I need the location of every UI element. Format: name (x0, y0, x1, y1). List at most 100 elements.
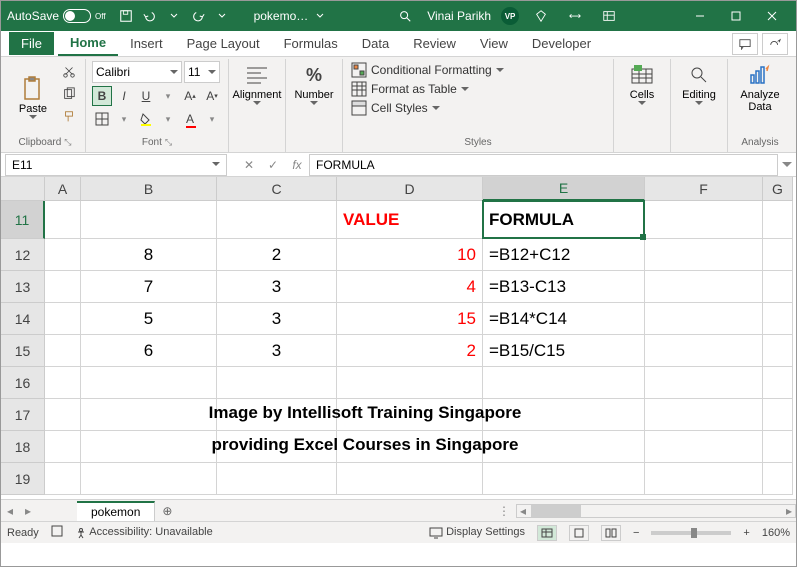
ribbon: Paste Clipboard⤡ Calibri 11 B I U ▾ A▴ (1, 57, 796, 153)
row-header[interactable]: 15 (1, 335, 45, 367)
chevron-down-icon[interactable]: ▾ (158, 86, 178, 106)
col-header[interactable]: E (483, 177, 645, 201)
underline-button[interactable]: U (136, 86, 156, 106)
analyze-data-button[interactable]: Analyze Data (734, 61, 786, 113)
search-icon[interactable] (396, 7, 414, 25)
cell (763, 239, 793, 271)
chevron-down-icon[interactable] (213, 7, 231, 25)
cell (45, 335, 81, 367)
font-name-select[interactable]: Calibri (92, 61, 182, 83)
maximize-button[interactable] (718, 1, 754, 31)
tab-page-layout[interactable]: Page Layout (175, 32, 272, 55)
col-header[interactable]: B (81, 177, 217, 201)
row-header[interactable]: 18 (1, 431, 45, 463)
row-header[interactable]: 11 (1, 201, 45, 239)
user-name: Vinai Parikh (427, 9, 491, 23)
conditional-formatting-button[interactable]: Conditional Formatting (349, 61, 607, 79)
cell (645, 201, 763, 239)
sheet-nav-prev[interactable]: ◂ (1, 504, 19, 518)
app-icon[interactable] (600, 7, 618, 25)
autosave-toggle[interactable]: AutoSave Off (7, 9, 106, 23)
paste-button[interactable]: Paste (11, 61, 55, 133)
horizontal-scrollbar[interactable]: ◂ ▸ (516, 504, 796, 518)
format-as-table-button[interactable]: Format as Table (349, 80, 607, 98)
view-page-break-icon[interactable] (601, 525, 621, 541)
tab-home[interactable]: Home (58, 31, 118, 56)
comments-button[interactable] (732, 33, 758, 55)
row-header[interactable]: 12 (1, 239, 45, 271)
number-button[interactable]: % Number (292, 61, 336, 106)
col-header[interactable]: D (337, 177, 483, 201)
file-tab[interactable]: File (9, 32, 54, 55)
alignment-button[interactable]: Alignment (235, 61, 279, 106)
row-header[interactable]: 17 (1, 399, 45, 431)
sheet-nav-next[interactable]: ▸ (19, 504, 37, 518)
close-button[interactable] (754, 1, 790, 31)
cut-icon[interactable] (59, 61, 79, 81)
col-header[interactable]: G (763, 177, 793, 201)
select-all-corner[interactable] (1, 177, 45, 201)
add-sheet-button[interactable]: ⊕ (155, 504, 179, 518)
tab-formulas[interactable]: Formulas (272, 32, 350, 55)
editing-button[interactable]: Editing (677, 61, 721, 106)
share-button[interactable] (762, 33, 788, 55)
expand-formula-bar-icon[interactable] (778, 162, 796, 168)
arrows-icon[interactable] (566, 7, 584, 25)
tab-review[interactable]: Review (401, 32, 468, 55)
chevron-down-icon[interactable]: ▾ (114, 109, 134, 129)
borders-icon[interactable] (92, 109, 112, 129)
fill-color-icon[interactable] (136, 109, 156, 129)
cancel-icon[interactable]: ✕ (237, 154, 261, 176)
formula-input[interactable]: FORMULA (309, 154, 778, 176)
zoom-level[interactable]: 160% (762, 527, 790, 539)
sheet-tab-active[interactable]: pokemon (77, 501, 155, 521)
increase-font-icon[interactable]: A▴ (180, 86, 200, 106)
format-painter-icon[interactable] (59, 107, 79, 127)
bold-button[interactable]: B (92, 86, 112, 106)
font-size-select[interactable]: 11 (184, 61, 220, 83)
zoom-slider[interactable] (651, 531, 731, 535)
chevron-down-icon[interactable]: ▾ (202, 109, 222, 129)
expand-icon[interactable]: ⤡ (165, 137, 172, 148)
save-icon[interactable] (117, 7, 135, 25)
accessibility-status[interactable]: Accessibility: Unavailable (75, 526, 213, 538)
col-header[interactable]: C (217, 177, 337, 201)
copy-icon[interactable] (59, 84, 79, 104)
row-header[interactable]: 13 (1, 271, 45, 303)
name-box[interactable]: E11 (5, 154, 227, 176)
col-header[interactable]: F (645, 177, 763, 201)
fx-icon[interactable]: fx (285, 154, 309, 176)
chevron-down-icon[interactable] (165, 7, 183, 25)
display-settings-button[interactable]: Display Settings (429, 526, 525, 538)
tab-view[interactable]: View (468, 32, 520, 55)
font-color-icon[interactable]: A (180, 109, 200, 129)
editing-icon (685, 61, 713, 89)
row-header[interactable]: 14 (1, 303, 45, 335)
redo-icon[interactable] (189, 7, 207, 25)
chevron-down-icon[interactable] (311, 7, 329, 25)
column-headers: A B C D E F G (1, 177, 796, 201)
tab-insert[interactable]: Insert (118, 32, 175, 55)
cells-area[interactable]: VALUE FORMULA 8 2 10 =B12+C12 7 3 4 =B1 (45, 201, 793, 495)
enter-icon[interactable]: ✓ (261, 154, 285, 176)
tab-data[interactable]: Data (350, 32, 401, 55)
undo-icon[interactable] (141, 7, 159, 25)
cells-button[interactable]: Cells (620, 61, 664, 106)
col-header[interactable]: A (45, 177, 81, 201)
view-normal-icon[interactable] (537, 525, 557, 541)
diamond-icon[interactable] (532, 7, 550, 25)
zoom-in-button[interactable]: + (743, 527, 749, 539)
tab-developer[interactable]: Developer (520, 32, 603, 55)
ribbon-group-clipboard: Paste Clipboard⤡ (5, 59, 86, 152)
zoom-out-button[interactable]: − (633, 527, 639, 539)
minimize-button[interactable] (682, 1, 718, 31)
italic-button[interactable]: I (114, 86, 134, 106)
decrease-font-icon[interactable]: A▾ (202, 86, 222, 106)
chevron-down-icon[interactable]: ▾ (158, 109, 178, 129)
expand-icon[interactable]: ⤡ (64, 137, 71, 148)
row-header[interactable]: 19 (1, 463, 45, 495)
row-header[interactable]: 16 (1, 367, 45, 399)
cell-styles-button[interactable]: Cell Styles (349, 99, 607, 117)
avatar[interactable]: VP (501, 7, 519, 25)
view-page-layout-icon[interactable] (569, 525, 589, 541)
